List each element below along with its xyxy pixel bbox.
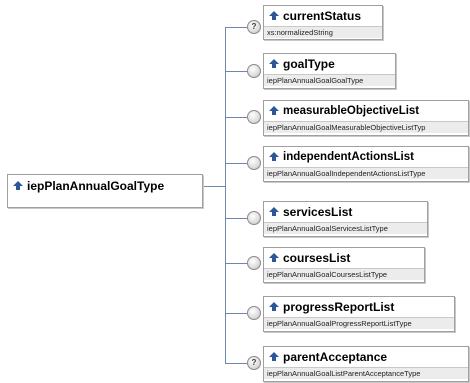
branch-line bbox=[225, 363, 247, 364]
child-element-courses-list[interactable]: coursesList iepPlanAnnualGoalCoursesList… bbox=[263, 247, 425, 283]
element-name: measurableObjectiveList bbox=[283, 105, 420, 117]
element-type: iepPlanAnnualGoalMeasurableObjectiveList… bbox=[264, 121, 468, 133]
branch-line bbox=[225, 117, 247, 118]
element-icon bbox=[269, 302, 279, 311]
element-icon bbox=[269, 352, 279, 361]
element-name: goalType bbox=[283, 57, 335, 71]
element-icon bbox=[269, 152, 279, 161]
element-type: iepPlanAnnualGoalIndependentActionsListT… bbox=[264, 167, 468, 179]
optional-marker: ? bbox=[247, 20, 261, 34]
child-element-independent-actions-list[interactable]: independentActionsList iepPlanAnnualGoal… bbox=[263, 146, 469, 182]
branch-line bbox=[225, 263, 247, 264]
child-element-progress-report-list[interactable]: progressReportList iepPlanAnnualGoalProg… bbox=[263, 296, 455, 332]
element-type: iepPlanAnnualGoalServicesListType bbox=[264, 222, 427, 234]
sequence-marker bbox=[247, 211, 261, 225]
root-connector bbox=[202, 186, 225, 187]
element-icon bbox=[269, 106, 279, 115]
element-name: independentActionsList bbox=[283, 151, 414, 163]
child-element-services-list[interactable]: servicesList iepPlanAnnualGoalServicesLi… bbox=[263, 201, 428, 237]
element-icon bbox=[269, 11, 279, 20]
element-type: iepPlanAnnualGoalCoursesListType bbox=[264, 268, 424, 280]
sequence-marker bbox=[247, 64, 261, 78]
element-icon bbox=[269, 207, 279, 216]
element-name: coursesList bbox=[283, 251, 351, 265]
branch-line bbox=[225, 313, 247, 314]
element-icon bbox=[269, 59, 279, 68]
element-type: xs:normalizedString bbox=[264, 26, 382, 38]
element-name: currentStatus bbox=[283, 9, 362, 23]
sequence-marker bbox=[247, 256, 261, 270]
element-type: iepPlanAnnualGoalListParentAcceptanceTyp… bbox=[264, 367, 468, 379]
sequence-marker bbox=[247, 156, 261, 170]
child-element-parent-acceptance[interactable]: parentAcceptance iepPlanAnnualGoalListPa… bbox=[263, 346, 469, 382]
optional-marker: ? bbox=[247, 356, 261, 370]
child-element-goal-type[interactable]: goalType iepPlanAnnualGoalGoalType bbox=[263, 53, 396, 89]
element-type: iepPlanAnnualGoalGoalType bbox=[264, 74, 395, 86]
branch-line bbox=[225, 163, 247, 164]
sequence-marker bbox=[247, 306, 261, 320]
root-element-box[interactable]: iepPlanAnnualGoalType bbox=[7, 174, 203, 208]
element-type: iepPlanAnnualGoalProgressReportListType bbox=[264, 317, 454, 329]
branch-line bbox=[225, 27, 247, 28]
branch-line bbox=[225, 71, 247, 72]
element-name: parentAcceptance bbox=[283, 350, 388, 364]
element-icon bbox=[269, 253, 279, 262]
element-icon bbox=[13, 181, 23, 190]
child-element-current-status[interactable]: currentStatus xs:normalizedString bbox=[263, 5, 383, 40]
root-element-name: iepPlanAnnualGoalType bbox=[27, 179, 165, 193]
branch-line bbox=[225, 218, 247, 219]
child-element-measurable-objective-list[interactable]: measurableObjectiveList iepPlanAnnualGoa… bbox=[263, 100, 469, 136]
sequence-marker bbox=[247, 110, 261, 124]
element-name: progressReportList bbox=[283, 300, 395, 314]
element-name: servicesList bbox=[283, 205, 353, 219]
